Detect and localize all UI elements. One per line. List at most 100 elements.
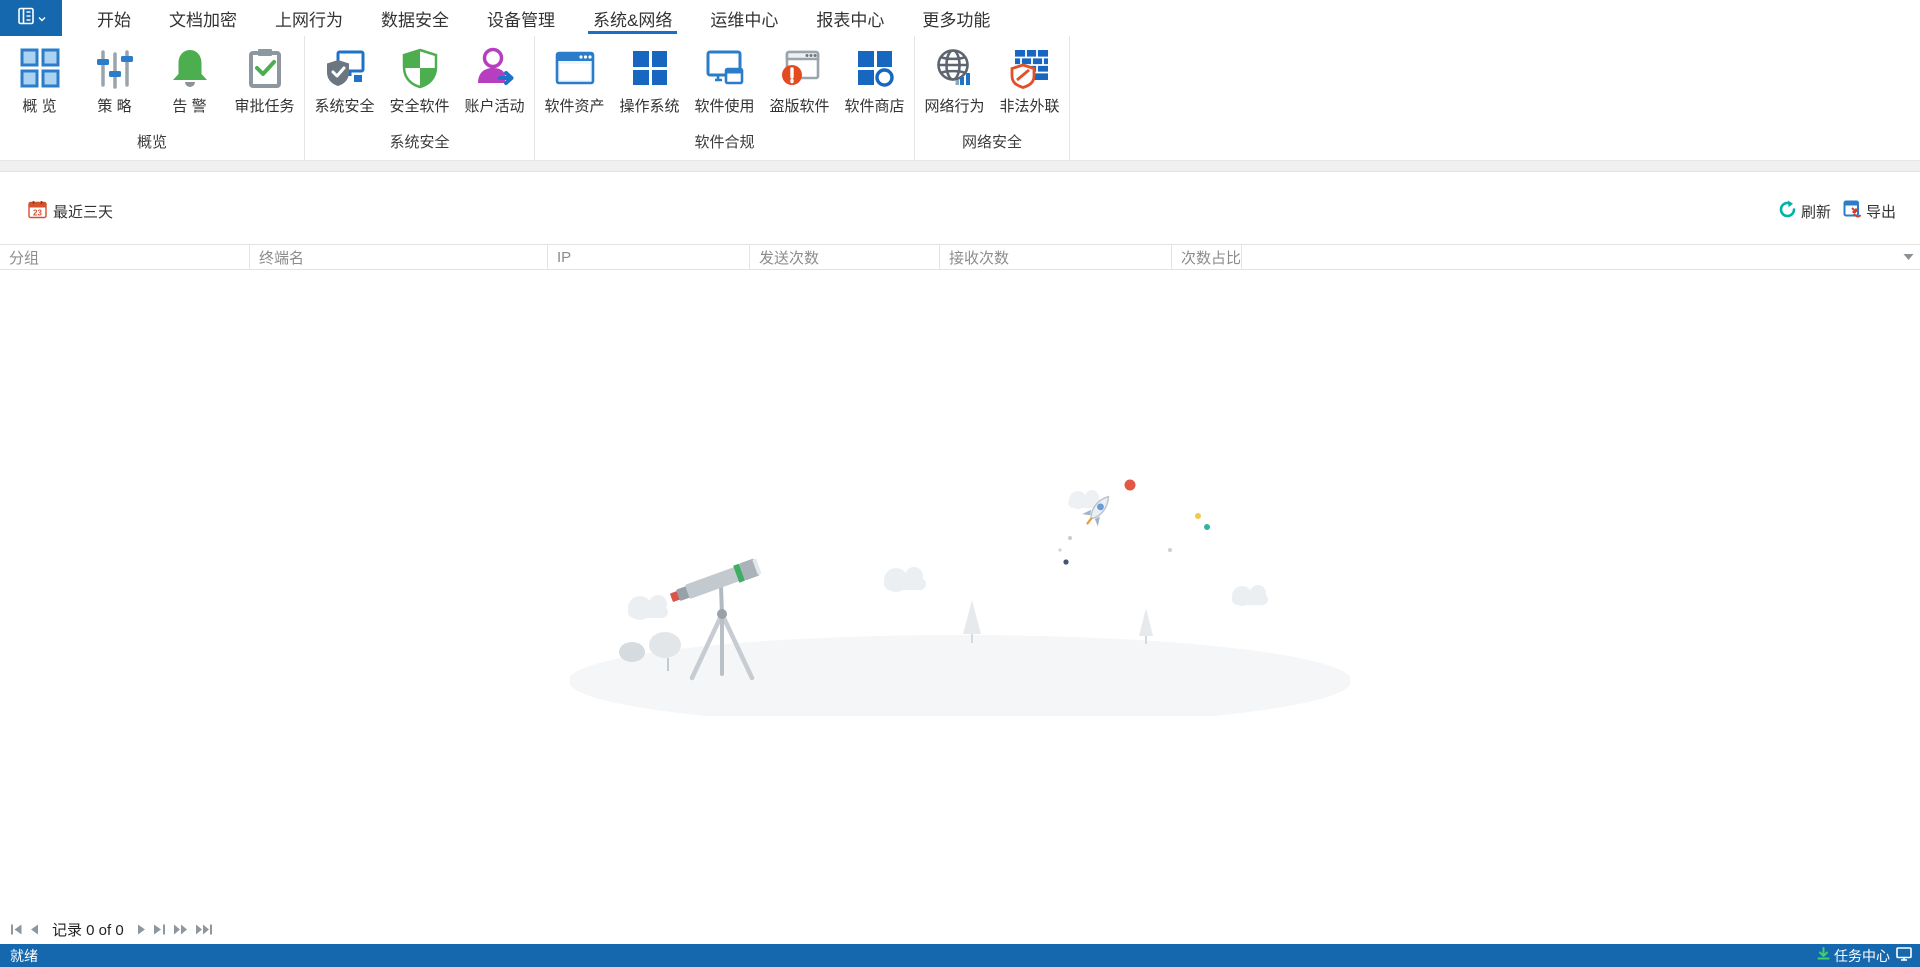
ribbon-item-label: 审批任务: [234, 98, 295, 115]
system-security-icon: [322, 45, 368, 91]
ribbon-item-label: 操作系统: [619, 98, 680, 115]
security-software-icon: [397, 45, 443, 91]
software-asset-icon: [552, 45, 598, 91]
ribbon-item-label: 安全软件: [389, 98, 450, 115]
column-chooser-dropdown[interactable]: [1903, 245, 1914, 269]
refresh-label: 刷新: [1800, 203, 1831, 221]
status-ready-text: 就绪: [10, 947, 38, 964]
pager-next-icon[interactable]: [137, 924, 146, 935]
software-store-icon: [852, 45, 898, 91]
tab-start[interactable]: 开始: [78, 0, 150, 36]
ribbon-group-label: 网络安全: [961, 134, 1022, 151]
column-header-receive-count[interactable]: 接收次数: [940, 245, 1172, 269]
ribbon-item-software-asset[interactable]: 软件资产: [537, 40, 612, 127]
software-usage-icon: [702, 45, 748, 91]
pager-last-group-icon[interactable]: [195, 924, 213, 935]
tab-data-security[interactable]: 数据安全: [362, 0, 468, 36]
monitor-icon: [1896, 947, 1912, 964]
grid-header-row: 分组 终端名 IP 发送次数 接收次数 次数占比: [0, 244, 1920, 270]
chevron-down-icon: [1903, 254, 1914, 260]
task-center-button[interactable]: 任务中心: [1817, 946, 1890, 966]
pirated-software-icon: [777, 45, 823, 91]
ribbon-item-security-software[interactable]: 安全软件: [382, 40, 457, 127]
ribbon-item-label: 告 警: [172, 98, 207, 115]
export-icon: [1843, 200, 1862, 223]
ribbon-item-overview[interactable]: 概 览: [2, 40, 77, 127]
refresh-button[interactable]: 刷新: [1774, 197, 1835, 226]
date-range-label: 最近三天: [53, 203, 114, 221]
overview-grid-icon: [17, 45, 63, 91]
ribbon-item-system-security[interactable]: 系统安全: [307, 40, 382, 127]
column-header-send-count[interactable]: 发送次数: [750, 245, 940, 269]
os-windows-icon: [627, 45, 673, 91]
ribbon-content-divider: [0, 160, 1920, 172]
export-label: 导出: [1865, 203, 1896, 221]
empty-state-illustration: [568, 466, 1352, 727]
ribbon-item-label: 软件资产: [544, 98, 605, 115]
ribbon-group-network-security: 网络行为 非法外联 网络安全: [915, 36, 1070, 160]
tab-document-encryption[interactable]: 文档加密: [150, 0, 256, 36]
ribbon-item-software-usage[interactable]: 软件使用: [687, 40, 762, 127]
remote-desktop-button[interactable]: [1896, 947, 1912, 964]
application-window: 开始 文档加密 上网行为 数据安全 设备管理 系统&网络 运维中心 报表中心 更…: [0, 0, 1920, 967]
calendar-icon: 23: [28, 200, 47, 223]
pager-prev-icon[interactable]: [30, 924, 39, 935]
ribbon-item-label: 软件使用: [694, 98, 755, 115]
alert-bell-icon: [167, 45, 213, 91]
ribbon-item-illegal-external-connection[interactable]: 非法外联: [992, 40, 1067, 127]
ribbon-item-label: 策 略: [97, 98, 132, 115]
ribbon-item-policy[interactable]: 策 略: [77, 40, 152, 127]
ribbon-group-label: 概览: [136, 134, 167, 151]
ribbon-item-software-store[interactable]: 软件商店: [837, 40, 912, 127]
ribbon-group-software-compliance: 软件资产 操作系统 软件使用 盗版软件 软件商店 软件合规: [535, 36, 915, 160]
ribbon-item-pirated-software[interactable]: 盗版软件: [762, 40, 837, 127]
policy-sliders-icon: [92, 45, 138, 91]
tab-internet-behavior[interactable]: 上网行为: [256, 0, 362, 36]
tab-system-network[interactable]: 系统&网络: [574, 0, 691, 36]
refresh-icon: [1778, 200, 1797, 223]
ribbon-item-network-behavior[interactable]: 网络行为: [917, 40, 992, 127]
pager-last-icon[interactable]: [153, 924, 166, 935]
pager-first-icon[interactable]: [10, 924, 23, 935]
date-range-filter[interactable]: 23 最近三天: [28, 200, 113, 223]
ribbon-item-account-activity[interactable]: 账户活动: [457, 40, 532, 127]
record-pager: 记录 0 of 0: [0, 914, 1920, 944]
tab-device-management[interactable]: 设备管理: [468, 0, 574, 36]
ribbon-tab-bar: 开始 文档加密 上网行为 数据安全 设备管理 系统&网络 运维中心 报表中心 更…: [0, 0, 1920, 36]
ribbon-item-approval-tasks[interactable]: 审批任务: [227, 40, 302, 127]
account-activity-icon: [472, 45, 518, 91]
column-header-group[interactable]: 分组: [0, 245, 250, 269]
tab-more-features[interactable]: 更多功能: [903, 0, 1009, 36]
ribbon-group-system-security: 系统安全 安全软件 账户活动 系统安全: [305, 36, 535, 160]
column-header-count-ratio[interactable]: 次数占比: [1172, 245, 1243, 269]
ribbon: 概 览 策 略 告 警 审批任务 概览 系统安全 安全软件 账户活动 系统安全 …: [0, 36, 1920, 160]
network-behavior-icon: [932, 45, 978, 91]
grid-empty-area: [0, 270, 1920, 914]
tab-report-center[interactable]: 报表中心: [797, 0, 903, 36]
app-menu-caret-icon: [38, 9, 46, 27]
ribbon-item-label: 账户活动: [464, 98, 525, 115]
ribbon-item-label: 概 览: [22, 98, 57, 115]
ribbon-group-overview: 概 览 策 略 告 警 审批任务 概览: [0, 36, 305, 160]
ribbon-item-operating-system[interactable]: 操作系统: [612, 40, 687, 127]
tab-ops-center[interactable]: 运维中心: [691, 0, 797, 36]
download-arrow-icon: [1817, 947, 1830, 964]
svg-text:23: 23: [33, 208, 42, 217]
ribbon-item-alert[interactable]: 告 警: [152, 40, 227, 127]
status-bar: 就绪 任务中心: [0, 944, 1920, 967]
ribbon-item-label: 软件商店: [844, 98, 905, 115]
task-center-label: 任务中心: [1834, 947, 1890, 964]
illegal-connection-icon: [1007, 45, 1053, 91]
app-menu-icon: [17, 7, 35, 30]
column-header-ip[interactable]: IP: [548, 245, 750, 269]
export-button[interactable]: 导出: [1839, 197, 1900, 226]
app-menu-button[interactable]: [0, 0, 62, 36]
ribbon-item-label: 网络行为: [924, 98, 985, 115]
ribbon-tabs: 开始 文档加密 上网行为 数据安全 设备管理 系统&网络 运维中心 报表中心 更…: [78, 0, 1009, 36]
ribbon-group-label: 系统安全: [389, 134, 450, 151]
ribbon-item-label: 非法外联: [999, 98, 1060, 115]
column-header-terminal-name[interactable]: 终端名: [250, 245, 548, 269]
ribbon-group-label: 软件合规: [694, 134, 755, 151]
content-toolbar: 23 最近三天 刷新 导出: [0, 172, 1920, 244]
pager-next-group-icon[interactable]: [173, 924, 188, 935]
